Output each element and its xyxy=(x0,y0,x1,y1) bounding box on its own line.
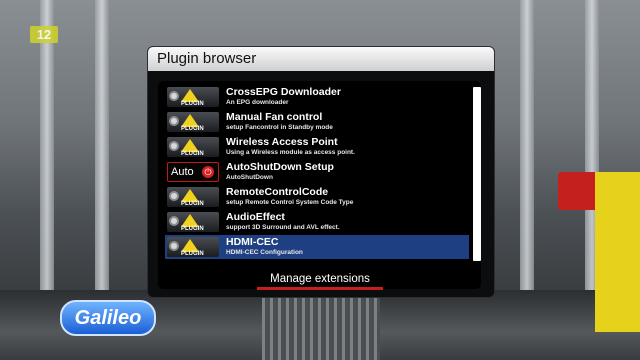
plugin-name: AutoShutDown Setup xyxy=(226,161,334,173)
gear-icon xyxy=(169,191,179,201)
plugin-name: RemoteControlCode xyxy=(226,186,329,198)
plugin-description: setup Fancontrol in Standby mode xyxy=(226,124,333,131)
background-machine xyxy=(595,172,640,332)
gear-icon xyxy=(169,116,179,126)
plugin-icon: PLUGIN xyxy=(167,112,219,132)
plugin-icon: PLUGIN xyxy=(167,137,219,157)
gear-icon xyxy=(169,141,179,151)
plugin-item[interactable]: PLUGIN RemoteControlCode setup Remote Cont… xyxy=(165,185,469,209)
plugin-thumb-label: PLUGIN xyxy=(181,251,204,257)
window-titlebar: Plugin browser xyxy=(148,47,494,71)
plugin-item[interactable]: PLUGIN CrossEPG Downloader An EPG download… xyxy=(165,85,469,109)
plugin-icon: PLUGIN xyxy=(167,87,219,107)
plugin-description: Using a Wireless module as access point. xyxy=(226,149,355,156)
plugin-description: HDMI-CEC Configuration xyxy=(226,249,303,256)
gear-icon xyxy=(169,216,179,226)
channel-logo: 12 xyxy=(30,26,58,43)
plugin-description: support 3D Surround and AVL effect. xyxy=(226,224,340,231)
plugin-list[interactable]: PLUGIN CrossEPG Downloader An EPG download… xyxy=(158,81,481,289)
plugin-description: An EPG downloader xyxy=(226,99,289,106)
show-logo: Galileo xyxy=(60,300,156,336)
gear-icon xyxy=(169,91,179,101)
plugin-name: Wireless Access Point xyxy=(226,136,338,148)
plugin-item[interactable]: PLUGIN AudioEffect support 3D Surround and… xyxy=(165,210,469,234)
plugin-item[interactable]: PLUGIN Manual Fan control setup Fancontrol… xyxy=(165,110,469,134)
plugin-thumb-label: PLUGIN xyxy=(181,201,204,207)
manage-extensions-button[interactable]: Manage extensions xyxy=(257,272,383,290)
plugin-name: CrossEPG Downloader xyxy=(226,86,341,98)
plugin-icon: PLUGIN xyxy=(167,187,219,207)
plugin-thumb-label: PLUGIN xyxy=(181,226,204,232)
plugin-name: AudioEffect xyxy=(226,211,285,223)
plugin-name: HDMI-CEC xyxy=(226,236,279,248)
plugin-item[interactable]: Auto ⏻ AutoShutDown Setup AutoShutDown xyxy=(165,160,469,184)
plugin-name: Manual Fan control xyxy=(226,111,323,123)
plugin-thumb-label: PLUGIN xyxy=(181,101,204,107)
auto-label: Auto xyxy=(171,166,194,178)
plugin-description: setup Remote Control System Code Type xyxy=(226,199,354,206)
auto-power-icon: Auto ⏻ xyxy=(167,162,219,182)
window-title: Plugin browser xyxy=(157,50,257,67)
gear-icon xyxy=(169,241,179,251)
plugin-thumb-label: PLUGIN xyxy=(181,126,204,132)
plugin-item[interactable]: PLUGIN HDMI-CEC HDMI-CEC Configuration xyxy=(165,235,469,259)
plugin-icon: PLUGIN xyxy=(167,212,219,232)
plugin-icon: PLUGIN xyxy=(167,237,219,257)
power-icon: ⏻ xyxy=(202,166,214,178)
background-sign xyxy=(558,172,598,210)
plugin-thumb-label: PLUGIN xyxy=(181,151,204,157)
plugin-item[interactable]: PLUGIN Wireless Access Point Using a Wirel… xyxy=(165,135,469,159)
manage-extensions-label: Manage extensions xyxy=(270,273,370,285)
plugin-description: AutoShutDown xyxy=(226,174,273,181)
scrollbar[interactable] xyxy=(473,87,481,261)
plugin-browser-window: Plugin browser PLUGIN CrossEPG Downloader… xyxy=(147,46,495,298)
